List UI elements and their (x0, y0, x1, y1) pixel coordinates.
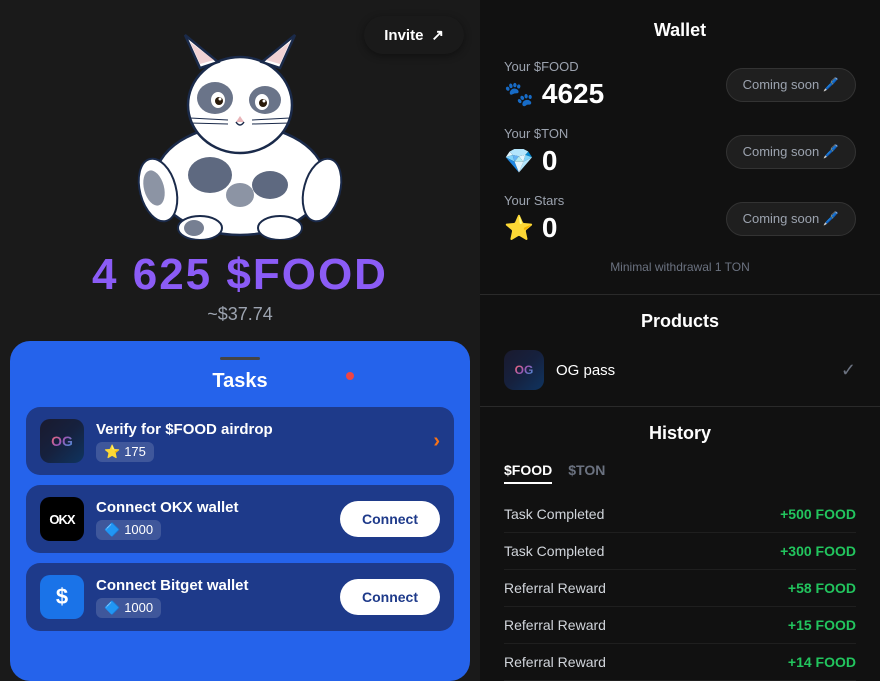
share-icon: ↗ (431, 26, 444, 44)
product-left: OG OG pass (504, 350, 615, 390)
connect-okx-button[interactable]: Connect (340, 501, 440, 537)
coming-soon-food-button[interactable]: Coming soon 🖊️ (726, 68, 856, 102)
invite-label: Invite (384, 27, 423, 44)
history-amount-4: +14 FOOD (788, 654, 856, 670)
ton-value: 💎 0 (504, 145, 568, 177)
task-title-bitget: Connect Bitget wallet (96, 577, 328, 594)
history-amount-2: +58 FOOD (788, 580, 856, 596)
ton-icon: 💎 (504, 147, 534, 176)
tasks-header: Tasks (26, 370, 454, 393)
food-label: Your $FOOD (504, 59, 604, 74)
task-info-bitget: Connect Bitget wallet 🔷 1000 (96, 577, 328, 618)
wallet-ton-group: Your $TON 💎 0 (504, 126, 568, 177)
right-panel: Wallet Your $FOOD 🐾 4625 Coming soon 🖊️ … (480, 0, 880, 681)
withdrawal-note: Minimal withdrawal 1 TON (504, 260, 856, 274)
task-reward-badge-okx: 🔷 1000 (96, 520, 161, 540)
task-arrow-verify: › (433, 430, 440, 453)
history-label-1: Task Completed (504, 543, 604, 559)
task-item-okx[interactable]: OKX Connect OKX wallet 🔷 1000 Connect (26, 485, 454, 553)
product-name-og: OG pass (556, 362, 615, 379)
task-reward-badge-bitget: 🔷 1000 (96, 598, 161, 618)
task-item-bitget[interactable]: $ Connect Bitget wallet 🔷 1000 Connect (26, 563, 454, 631)
history-label-0: Task Completed (504, 506, 604, 522)
ton-label: Your $TON (504, 126, 568, 141)
coming-soon-ton-button[interactable]: Coming soon 🖊️ (726, 135, 856, 169)
products-section: Products OG OG pass ✓ (480, 295, 880, 407)
history-tab-food[interactable]: $FOOD (504, 462, 552, 484)
task-info-okx: Connect OKX wallet 🔷 1000 (96, 499, 328, 540)
tasks-divider (220, 357, 260, 360)
task-reward-okx: 🔷 1000 (96, 520, 328, 540)
usd-amount: ~$37.74 (207, 304, 273, 325)
task-icon-okx: OKX (40, 497, 84, 541)
task-reward-badge: ⭐ 175 (96, 442, 154, 462)
connect-bitget-button[interactable]: Connect (340, 579, 440, 615)
tasks-notification-dot (346, 372, 354, 380)
food-icon: 🐾 (504, 80, 534, 109)
wallet-food-group: Your $FOOD 🐾 4625 (504, 59, 604, 110)
task-title-verify: Verify for $FOOD airdrop (96, 421, 421, 438)
task-icon-og: OG (40, 419, 84, 463)
history-amount-0: +500 FOOD (780, 506, 856, 522)
wallet-row-ton: Your $TON 💎 0 Coming soon 🖊️ (504, 126, 856, 177)
invite-button[interactable]: Invite ↗ (364, 16, 464, 54)
history-tabs: $FOOD $TON (504, 462, 856, 484)
history-item-3: Referral Reward +15 FOOD (504, 607, 856, 644)
products-title: Products (504, 311, 856, 332)
task-item-verify[interactable]: OG Verify for $FOOD airdrop ⭐ 175 › (26, 407, 454, 475)
stars-label: Your Stars (504, 193, 564, 208)
history-tab-ton[interactable]: $TON (568, 462, 605, 484)
history-item-1: Task Completed +300 FOOD (504, 533, 856, 570)
product-icon-og: OG (504, 350, 544, 390)
stars-value: ⭐ 0 (504, 212, 564, 244)
history-amount-3: +15 FOOD (788, 617, 856, 633)
stars-icon: ⭐ (504, 214, 534, 243)
task-info-verify: Verify for $FOOD airdrop ⭐ 175 (96, 421, 421, 462)
wallet-row-food: Your $FOOD 🐾 4625 Coming soon 🖊️ (504, 59, 856, 110)
product-item-og: OG OG pass ✓ (504, 350, 856, 390)
coming-soon-stars-button[interactable]: Coming soon 🖊️ (726, 202, 856, 236)
wallet-stars-group: Your Stars ⭐ 0 (504, 193, 564, 244)
history-section: History $FOOD $TON Task Completed +500 F… (480, 407, 880, 681)
left-panel: Invite ↗ (0, 0, 480, 681)
cat-illustration (90, 10, 390, 250)
history-label-2: Referral Reward (504, 580, 606, 596)
task-reward-bitget: 🔷 1000 (96, 598, 328, 618)
history-amount-1: +300 FOOD (780, 543, 856, 559)
wallet-title: Wallet (504, 20, 856, 41)
wallet-row-stars: Your Stars ⭐ 0 Coming soon 🖊️ (504, 193, 856, 244)
history-item-0: Task Completed +500 FOOD (504, 496, 856, 533)
history-item-4: Referral Reward +14 FOOD (504, 644, 856, 681)
food-value: 🐾 4625 (504, 78, 604, 110)
task-reward-verify: ⭐ 175 (96, 442, 421, 462)
wallet-section: Wallet Your $FOOD 🐾 4625 Coming soon 🖊️ … (480, 0, 880, 295)
history-item-2: Referral Reward +58 FOOD (504, 570, 856, 607)
task-icon-bitget: $ (40, 575, 84, 619)
history-title: History (504, 423, 856, 444)
check-icon: ✓ (841, 360, 856, 381)
task-title-okx: Connect OKX wallet (96, 499, 328, 516)
history-label-4: Referral Reward (504, 654, 606, 670)
tasks-card: Tasks OG Verify for $FOOD airdrop ⭐ 175 … (10, 341, 470, 681)
food-currency: $FOOD (226, 250, 388, 299)
food-amount: 4 625 $FOOD (92, 250, 388, 300)
history-label-3: Referral Reward (504, 617, 606, 633)
